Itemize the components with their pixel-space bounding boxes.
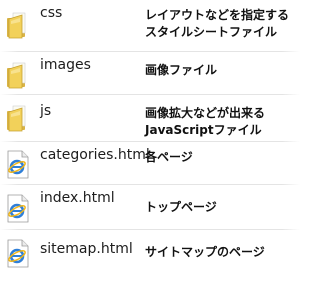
folder-icon <box>7 62 26 89</box>
list-item-sitemap[interactable]: sitemap.html サイトマップのページ <box>0 230 300 285</box>
file-description: 画像ファイル <box>145 62 297 79</box>
list-item-categories[interactable]: categories.html 各ページ <box>0 142 300 185</box>
folder-icon <box>7 12 26 39</box>
file-name: images <box>40 57 91 73</box>
file-description-line: 画像ファイル <box>145 63 218 77</box>
file-description-line: サイトマップのページ <box>145 245 265 259</box>
html-file-icon <box>7 194 29 223</box>
file-name: js <box>40 103 52 119</box>
file-description: 各ページ <box>145 149 297 166</box>
html-file-icon <box>7 150 29 179</box>
file-description-line: JavaScriptファイル <box>145 123 262 137</box>
list-item-index[interactable]: index.html トップページ <box>0 185 300 230</box>
list-item-css[interactable]: css レイアウトなどを指定する スタイルシートファイル <box>0 0 300 52</box>
file-name: sitemap.html <box>40 241 133 257</box>
folder-icon <box>7 105 26 132</box>
file-description: トップページ <box>145 199 297 216</box>
file-description-line: トップページ <box>145 200 217 214</box>
file-description-line: レイアウトなどを指定する <box>145 8 290 22</box>
file-description-line: スタイルシートファイル <box>145 25 278 39</box>
file-name: css <box>40 5 63 21</box>
list-item-js[interactable]: js 画像拡大などが出来る JavaScriptファイル <box>0 95 300 142</box>
file-description: レイアウトなどを指定する スタイルシートファイル <box>145 7 297 41</box>
file-description: サイトマップのページ <box>145 244 297 261</box>
html-file-icon <box>7 239 29 268</box>
list-item-images[interactable]: images 画像ファイル <box>0 52 300 95</box>
file-name: categories.html <box>40 147 150 163</box>
file-name: index.html <box>40 190 115 206</box>
file-description-line: 画像拡大などが出来る <box>145 106 266 120</box>
file-list: css レイアウトなどを指定する スタイルシートファイル images 画像ファ… <box>0 0 300 285</box>
file-description: 画像拡大などが出来る JavaScriptファイル <box>145 105 297 139</box>
file-description-line: 各ページ <box>145 150 193 164</box>
